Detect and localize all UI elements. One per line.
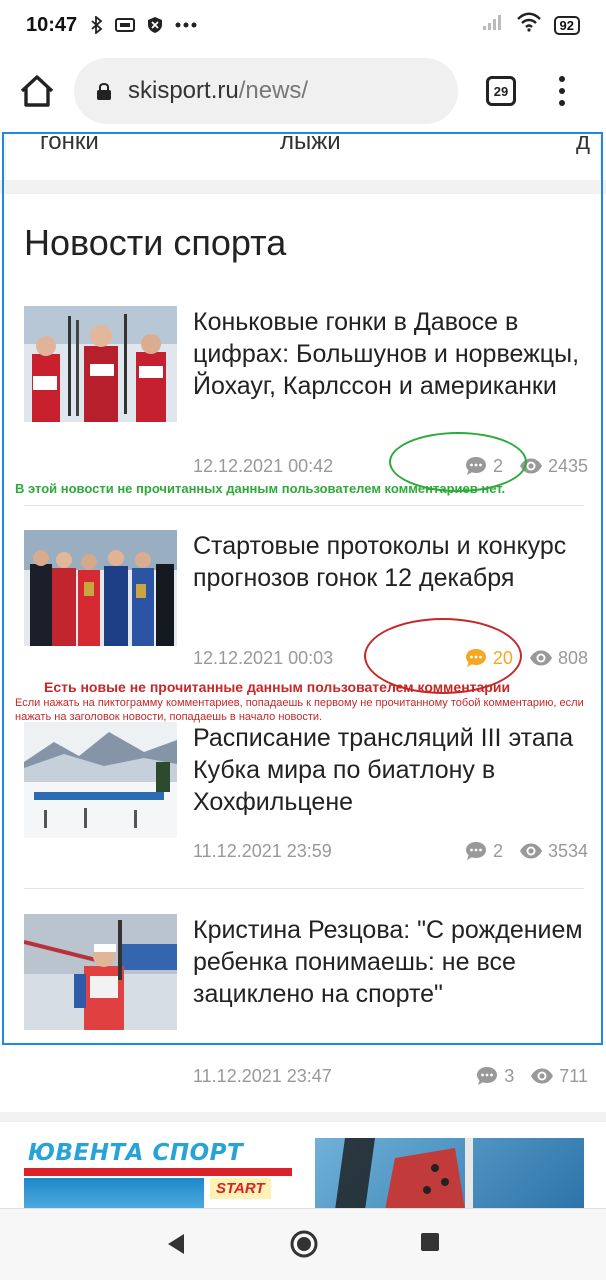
news-meta: 11.12.2021 23:47 3 711 [193,1062,588,1090]
recents-icon[interactable] [420,1231,440,1253]
tab-count: 29 [493,83,509,99]
news-thumbnail[interactable] [24,530,177,646]
back-icon[interactable] [164,1231,188,1257]
news-divider [24,888,584,889]
shield-icon [147,16,163,34]
news-item: Кристина Резцова: "С рождением ребенка п… [24,914,588,1094]
more-menu-icon[interactable] [552,72,572,110]
comment-count: 2 [492,455,503,476]
view-count: 808 [557,647,588,668]
views-counter: 3534 [519,841,588,862]
news-title[interactable]: Кристина Резцова: "С рождением ребенка п… [193,914,588,1010]
eye-icon [519,843,542,859]
vpn-icon [115,17,136,33]
view-count: 711 [559,1065,588,1086]
comments-link[interactable]: 2 [464,840,503,862]
annotation-green-text: В этой новости не прочитанных данным пол… [15,481,506,496]
comment-count: 3 [504,1065,515,1086]
annotation-red-title: Есть новые не прочитанные данным пользов… [44,679,511,695]
eye-icon [531,1068,554,1084]
page-title: Новости спорта [24,222,287,263]
comment-count: 2 [492,840,503,861]
section-gap [0,1112,606,1122]
ad-banner-right[interactable] [315,1138,584,1210]
comments-link[interactable]: 3 [475,1065,514,1087]
section-gap [0,180,606,194]
annotation-red-text: Если нажать на пиктограмму комментариев,… [15,697,584,723]
news-date: 12.12.2021 00:03 [193,647,334,668]
comments-link-new[interactable]: 20 [464,647,513,669]
category-item[interactable]: гонки [40,134,99,156]
news-meta: 12.12.2021 00:42 2 2435 [193,452,588,480]
news-item: Стартовые протоколы и конкурс прогнозов … [24,530,588,690]
tab-switcher-button[interactable]: 29 [486,76,516,106]
category-nav: гонки лыжи д [6,134,600,180]
home-icon[interactable] [18,72,56,110]
views-counter: 711 [530,1066,588,1087]
comment-icon [465,457,486,475]
comment-icon [477,1067,498,1085]
view-count: 3534 [547,840,588,861]
status-bar: 10:47 92 [0,0,606,50]
browser-toolbar: skisport.ru/news/ 29 [0,50,606,134]
news-meta: 12.12.2021 00:03 20 808 [193,644,588,672]
banner-image [24,1178,204,1210]
banner-brand: ЮВЕНТА СПОРТ [28,1140,244,1166]
news-title[interactable]: Расписание трансляций III этапа Кубка ми… [193,722,588,818]
lock-icon [97,83,111,100]
news-thumbnail[interactable] [24,722,177,838]
url-domain: skisport.ru [128,77,239,104]
comment-count: 20 [492,647,513,668]
news-title[interactable]: Коньковые гонки в Давосе в цифрах: Больш… [193,306,588,402]
eye-icon [529,650,552,666]
news-item: Коньковые гонки в Давосе в цифрах: Больш… [24,306,588,496]
views-counter: 2435 [519,456,588,477]
views-counter: 808 [529,648,588,669]
comment-icon [465,649,486,667]
home-nav-icon[interactable] [289,1229,319,1259]
news-thumbnail[interactable] [24,914,177,1030]
system-nav-bar [0,1208,606,1280]
status-time: 10:47 [26,13,78,36]
news-title[interactable]: Стартовые протоколы и конкурс прогнозов … [193,530,588,594]
comments-link[interactable]: 2 [464,455,503,477]
banner-start-label: START [210,1178,271,1199]
news-date: 11.12.2021 23:47 [193,1065,332,1086]
news-thumbnail[interactable] [24,306,177,422]
address-bar[interactable]: skisport.ru/news/ [74,58,458,124]
bluetooth-icon [91,16,103,34]
ad-banner-left[interactable]: ЮВЕНТА СПОРТ START [24,1138,292,1210]
news-date: 11.12.2021 23:59 [193,840,332,861]
banner-stripe [24,1168,292,1176]
eye-icon [519,458,542,474]
news-meta: 11.12.2021 23:59 2 3534 [193,837,588,865]
url-path: /news/ [238,77,309,104]
news-item: Расписание трансляций III этапа Кубка ми… [24,722,588,872]
more-notifications-icon [175,22,197,28]
category-item[interactable]: д [576,134,590,156]
news-divider [24,505,584,506]
category-item[interactable]: лыжи [280,134,341,156]
news-date: 12.12.2021 00:42 [193,455,334,476]
battery-icon: 92 [553,15,580,35]
view-count: 2435 [547,455,588,476]
signal-icon [482,13,504,37]
comment-icon [465,842,486,860]
wifi-icon [516,12,542,38]
